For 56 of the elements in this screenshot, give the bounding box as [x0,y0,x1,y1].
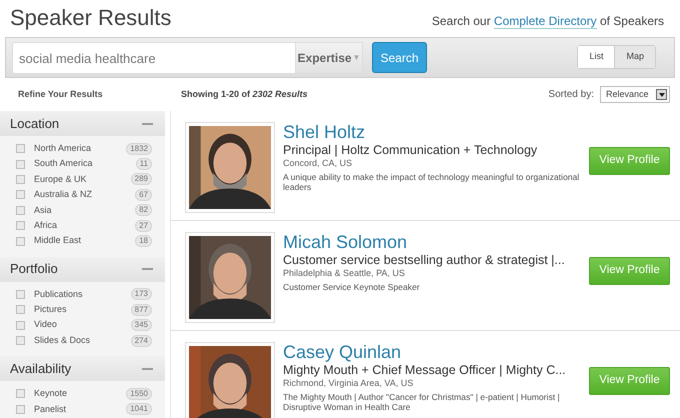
filter-option-label[interactable]: Video [34,318,57,332]
filter-option-label[interactable]: Australia & NZ [34,188,92,202]
option-count: 27 [135,220,152,232]
speaker-location: Concord, CA, US [283,158,354,168]
speaker-title: Mighty Mouth + Chief Message Officer | Mighty C... [283,362,567,378]
sort-label: Sorted by: [548,88,594,102]
filter-option-label[interactable]: North America [34,142,92,156]
search-field[interactable]: social media healthcare [12,42,295,74]
speaker-description: A unique ability to make the impact of technology meaningful to organizational leaders [283,173,580,194]
option-count: 877 [130,304,152,316]
filter-option-label[interactable]: Panelist [34,402,66,416]
option-count: 274 [130,334,152,347]
speaker-location: Richmond, Virginia Area, VA, US [283,378,414,388]
sort-select[interactable]: Relevance [600,86,670,103]
speaker-title: Customer service bestselling author & strategist |... [283,252,566,268]
speaker-name[interactable]: Micah Solomon [283,232,583,253]
filter-option-label[interactable]: Publications [34,288,83,302]
option-count: 67 [135,188,152,201]
results-summary: Showing 1-20 of 2302 Results [181,88,308,101]
filter-title: Availability [10,360,72,378]
speaker-title: Principal | Holtz Communication + Technology [283,142,538,158]
speaker-name[interactable]: Shel Holtz [283,122,583,143]
view-tab[interactable]: List [578,46,614,68]
option-count: 1832 [126,142,152,155]
page-title: Speaker Results [10,4,172,32]
option-count: 11 [136,158,152,170]
directory-link[interactable]: Complete Directory [494,14,597,29]
refine-label: Refine Your Results [18,88,104,101]
option-count: 289 [130,173,152,186]
option-count: 1041 [126,403,152,416]
sort-value: Relevance [606,88,649,101]
expertise-dropdown[interactable]: Expertise▼ [295,42,363,74]
filter-title: Portfolio [10,260,58,278]
speaker-description: The Mighty Mouth | Author "Cancer for Christmas" | e-patient | Humorist | Disruptive Woman in Health Care [283,393,561,414]
filter-option-label[interactable]: Slides & Docs [34,334,90,348]
filter-option-label[interactable]: Europe & UK [34,172,87,186]
option-count: 82 [135,204,152,216]
speaker-description: Customer Service Keynote Speaker [283,283,421,294]
filter-option-label[interactable]: South America [34,157,93,171]
filter-header[interactable]: Availability [0,356,165,382]
option-count: 173 [130,288,152,300]
view-tab[interactable]: Map [614,46,655,68]
speaker-location: Philadelphia & Seattle, PA, US [283,268,406,278]
option-count: 18 [135,235,152,248]
option-count: 1550 [126,388,152,400]
filter-option-label[interactable]: Asia [34,204,52,217]
filter-header[interactable]: Portfolio [0,256,165,282]
directory-text: Search our Complete Directory of Speakers [432,13,664,31]
filter-option-label[interactable]: Keynote [34,387,68,401]
filter-header[interactable]: Location [0,111,165,136]
filter-option-label[interactable]: Pictures [34,303,67,317]
filter-title: Location [10,114,60,133]
speaker-name[interactable]: Casey Quinlan [283,342,583,363]
option-count: 345 [130,319,152,332]
filter-option-label[interactable]: Africa [34,218,58,232]
filter-option-label[interactable]: Middle East [34,234,82,248]
